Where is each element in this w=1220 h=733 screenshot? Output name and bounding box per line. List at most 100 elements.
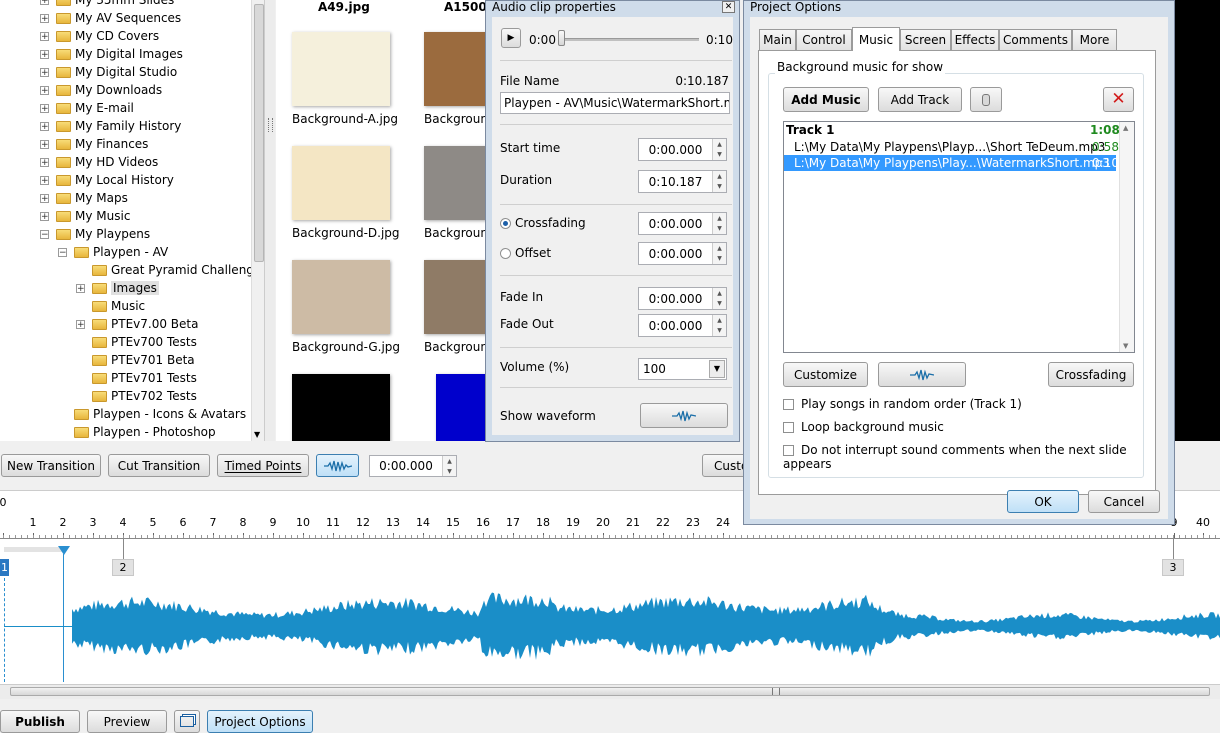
position-slider-track[interactable] xyxy=(561,38,699,41)
tab-comments[interactable]: Comments xyxy=(999,29,1072,50)
project-options-button[interactable]: Project Options xyxy=(207,710,313,733)
collapse-icon[interactable]: − xyxy=(40,230,49,240)
expand-icon[interactable]: + xyxy=(40,122,49,132)
tree-item[interactable]: Great Pyramid Challenge xyxy=(92,261,261,279)
spinner[interactable]: ▲ ▼ xyxy=(712,315,726,336)
tab-main[interactable]: Main xyxy=(759,29,796,50)
duration-input[interactable]: 0:10.187 ▲ ▼ xyxy=(638,170,727,193)
screens-button[interactable] xyxy=(174,710,200,733)
tree-item[interactable]: My Digital Studio xyxy=(56,63,177,81)
timeline-scrollbar[interactable] xyxy=(0,684,1220,699)
tree-item[interactable]: PTEv701 Beta xyxy=(92,351,195,369)
tree-scroll-down-icon[interactable]: ▼ xyxy=(254,430,260,439)
playhead-icon[interactable] xyxy=(58,546,70,555)
scroll-up-icon[interactable]: ▲ xyxy=(1123,124,1128,132)
collapse-icon[interactable]: − xyxy=(58,248,67,258)
track-row[interactable]: L:\My Data\My Playpens\Playp...\Short Te… xyxy=(784,139,1119,155)
audio-waveform[interactable] xyxy=(72,588,1220,664)
start-time-input[interactable]: 0:00.000 ▲ ▼ xyxy=(638,138,727,161)
expand-icon[interactable]: + xyxy=(40,14,49,24)
tree-item[interactable]: Playpen - AV xyxy=(74,243,168,261)
fade-out-input[interactable]: 0:00.000 ▲ ▼ xyxy=(638,314,727,337)
position-slider-thumb[interactable] xyxy=(558,30,565,46)
tree-item[interactable]: My Local History xyxy=(56,171,174,189)
slide-marker-2[interactable]: 2 xyxy=(112,559,134,576)
tree-item[interactable]: My Music xyxy=(56,207,130,225)
spinner[interactable]: ▲ ▼ xyxy=(712,139,726,160)
thumbnail-image[interactable] xyxy=(292,146,390,220)
tree-item[interactable]: Images xyxy=(92,279,159,297)
file-browser[interactable]: A49.jpg A1500. Background-A.jpg Backgroun… xyxy=(276,0,486,441)
tab-screen[interactable]: Screen xyxy=(900,29,951,50)
file-name-field[interactable]: Playpen - AV\Music\WatermarkShort.mp3 xyxy=(500,92,730,114)
tree-item[interactable]: My Maps xyxy=(56,189,128,207)
ok-button[interactable]: OK xyxy=(1007,490,1079,513)
crossfading-button[interactable]: Crossfading xyxy=(1048,362,1134,387)
cut-transition-button[interactable]: Cut Transition xyxy=(108,454,210,477)
tree-item[interactable]: My Digital Images xyxy=(56,45,183,63)
tree-item[interactable]: My Finances xyxy=(56,135,148,153)
expand-icon[interactable]: + xyxy=(40,176,49,186)
offset-input[interactable]: 0:00.000 ▲ ▼ xyxy=(638,242,727,265)
new-transition-button[interactable]: New Transition xyxy=(1,454,101,477)
slide-marker-3[interactable]: 3 xyxy=(1162,559,1184,576)
tab-control[interactable]: Control xyxy=(796,29,852,50)
audio-dialog-close-button[interactable]: ✕ xyxy=(722,1,735,13)
folder-tree[interactable]: My 35mm Slides + My AV Sequences + My CD Cov… xyxy=(0,0,265,441)
spinner[interactable]: ▲ ▼ xyxy=(712,243,726,264)
crossfading-radio[interactable]: Crossfading xyxy=(500,216,586,230)
expand-icon[interactable]: + xyxy=(40,68,49,78)
expand-icon[interactable]: + xyxy=(76,284,85,294)
random-order-checkbox[interactable]: Play songs in random order (Track 1) xyxy=(783,397,1022,411)
expand-icon[interactable]: + xyxy=(40,32,49,42)
time-spinner[interactable]: ▲ ▼ xyxy=(442,456,456,476)
expand-icon[interactable]: + xyxy=(40,158,49,168)
show-waveform-button[interactable] xyxy=(640,403,728,428)
tree-item[interactable]: My HD Videos xyxy=(56,153,158,171)
cancel-button[interactable]: Cancel xyxy=(1088,490,1160,513)
thumbnail-image[interactable] xyxy=(292,260,390,334)
add-music-button[interactable]: Add Music xyxy=(783,87,869,112)
no-interrupt-checkbox[interactable]: Do not interrupt sound comments when the… xyxy=(783,443,1168,471)
tree-item[interactable]: Playpen - Photoshop xyxy=(74,423,216,441)
loop-music-checkbox[interactable]: Loop background music xyxy=(783,420,944,434)
tab-more[interactable]: More xyxy=(1072,29,1117,50)
timed-points-button[interactable]: Timed Points xyxy=(217,454,309,477)
tree-item[interactable]: My AV Sequences xyxy=(56,9,181,27)
pane-splitter[interactable] xyxy=(265,0,275,441)
track-list[interactable]: Track 1 1:08 L:\My Data\My Playpens\Play… xyxy=(783,121,1135,353)
expand-icon[interactable]: + xyxy=(40,212,49,222)
offset-radio[interactable]: Offset xyxy=(500,246,551,260)
add-track-button[interactable]: Add Track xyxy=(878,87,962,112)
tree-item[interactable]: PTEv700 Tests xyxy=(92,333,197,351)
thumbnail-image[interactable] xyxy=(424,146,486,220)
tree-item[interactable]: Playpen - Icons & Avatars xyxy=(74,405,246,423)
tree-item[interactable]: My 35mm Slides xyxy=(56,0,174,9)
slide-marker-1[interactable]: 1 xyxy=(0,559,9,576)
expand-icon[interactable]: + xyxy=(40,0,49,6)
tab-music[interactable]: Music xyxy=(852,27,900,51)
tree-item[interactable]: My CD Covers xyxy=(56,27,159,45)
tree-item[interactable]: My Family History xyxy=(56,117,181,135)
scroll-down-icon[interactable]: ▼ xyxy=(1123,342,1128,350)
tree-scroll-thumb[interactable] xyxy=(254,4,264,262)
thumbnail-image[interactable] xyxy=(424,260,486,334)
tree-item[interactable]: My Downloads xyxy=(56,81,162,99)
tree-item[interactable]: PTEv7.00 Beta xyxy=(92,315,198,333)
microphone-button[interactable] xyxy=(970,87,1002,112)
tree-item[interactable]: My E-mail xyxy=(56,99,134,117)
preview-button[interactable]: Preview xyxy=(87,710,167,733)
thumbnail-image[interactable] xyxy=(292,374,390,441)
expand-icon[interactable]: + xyxy=(40,140,49,150)
thumbnail-image[interactable] xyxy=(292,32,390,106)
spinner[interactable]: ▲ ▼ xyxy=(712,171,726,192)
thumbnail-image[interactable] xyxy=(424,32,486,106)
tree-item[interactable]: Music xyxy=(92,297,145,315)
timeline-scroll-thumb[interactable] xyxy=(10,687,1210,696)
expand-icon[interactable]: + xyxy=(76,320,85,330)
expand-icon[interactable]: + xyxy=(40,50,49,60)
fade-in-input[interactable]: 0:00.000 ▲ ▼ xyxy=(638,287,727,310)
waveform-button[interactable] xyxy=(878,362,966,387)
track-row[interactable]: L:\My Data\My Playpens\Play...\Watermark… xyxy=(784,155,1119,171)
tab-effects[interactable]: Effects xyxy=(951,29,999,50)
